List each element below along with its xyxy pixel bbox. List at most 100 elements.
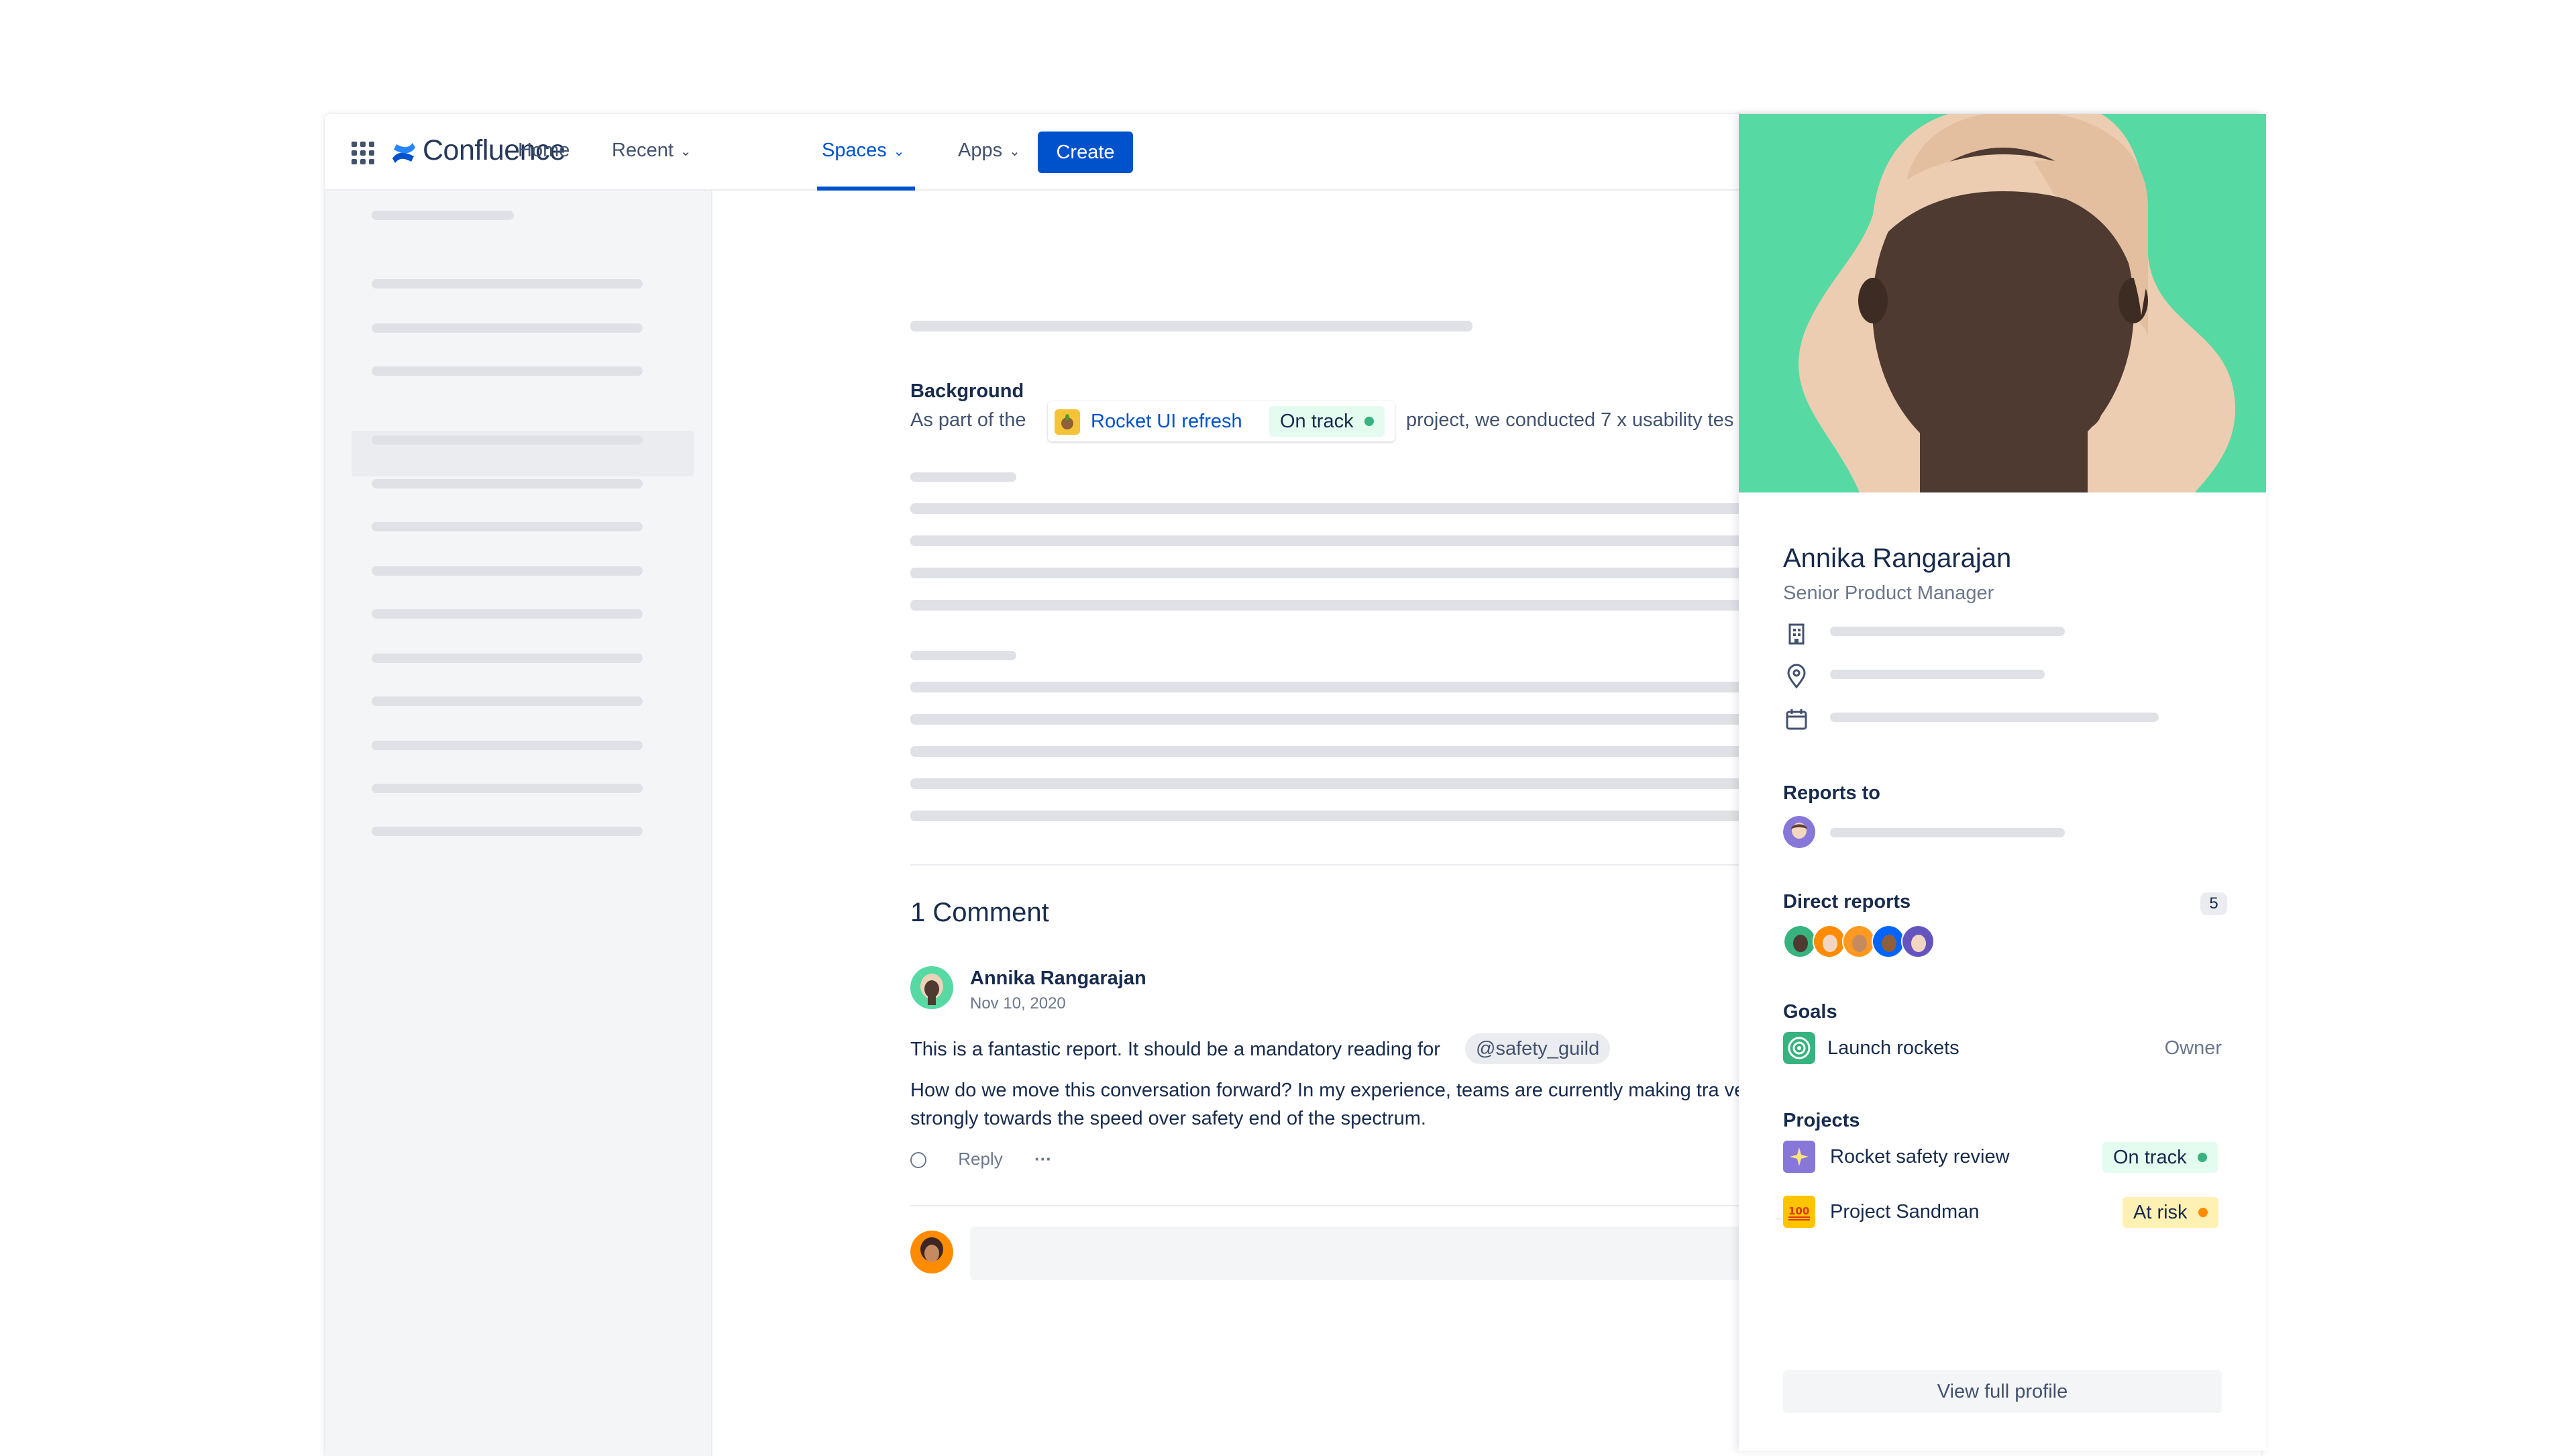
reply-button[interactable]: Reply xyxy=(958,1149,1002,1169)
comments-divider xyxy=(910,864,1762,866)
nav-spaces-label: Spaces xyxy=(822,140,887,161)
building-icon xyxy=(1788,623,1805,645)
profile-card: Annika Rangarajan Senior Product Manager… xyxy=(1739,114,2266,1451)
nav-apps[interactable]: Apps ⌄ xyxy=(958,140,1020,162)
article-text-suffix: project, we conducted 7 x usability tes xyxy=(1406,409,1734,431)
manager-name-skeleton xyxy=(1830,828,2065,837)
content-skeleton xyxy=(910,778,1762,789)
chevron-down-icon: ⌄ xyxy=(680,144,692,159)
app-switcher-icon[interactable] xyxy=(352,142,374,164)
avatar[interactable] xyxy=(1872,925,1905,958)
status-dot-icon xyxy=(2198,1208,2208,1217)
confluence-logo-icon[interactable] xyxy=(390,140,417,166)
sidebar-skeleton xyxy=(372,211,514,220)
sidebar-skeleton[interactable] xyxy=(372,479,643,488)
nav-recent[interactable]: Recent ⌄ xyxy=(612,140,692,162)
reply-input[interactable] xyxy=(970,1227,1762,1280)
goal-role: Owner xyxy=(2164,1037,2222,1059)
sidebar-skeleton[interactable] xyxy=(372,609,643,619)
sidebar-skeleton[interactable] xyxy=(372,696,643,706)
avatar[interactable] xyxy=(1813,925,1846,958)
status-dot-icon xyxy=(2197,1153,2207,1162)
section-heading: Background xyxy=(910,380,1024,402)
project-avatar-icon xyxy=(1055,409,1080,435)
emoji-reaction-icon[interactable] xyxy=(910,1152,926,1169)
comment-text: How do we move this conversation forward… xyxy=(910,1080,1762,1129)
smart-link-rocket-ui-refresh[interactable]: Rocket UI refresh On track xyxy=(1048,401,1395,441)
nav-home[interactable]: Home xyxy=(518,140,570,162)
nav-home-label: Home xyxy=(518,140,570,161)
chevron-down-icon: ⌄ xyxy=(1009,144,1020,159)
status-lozenge: On track xyxy=(2102,1142,2218,1173)
content-skeleton xyxy=(910,600,1762,611)
reply-divider xyxy=(910,1205,1762,1206)
sidebar-skeleton[interactable] xyxy=(372,827,643,836)
sidebar-skeleton[interactable] xyxy=(372,566,643,576)
status-label: On track xyxy=(1280,410,1354,432)
content-skeleton xyxy=(910,714,1762,725)
active-tab-indicator xyxy=(817,187,915,191)
location-icon xyxy=(1787,664,1806,689)
sidebar xyxy=(325,191,712,1456)
sidebar-skeleton[interactable] xyxy=(372,323,643,333)
sidebar-skeleton[interactable] xyxy=(372,522,643,531)
direct-reports-avatars xyxy=(1783,925,1944,959)
avatar[interactable] xyxy=(1842,925,1876,958)
goals-label: Goals xyxy=(1783,1001,1837,1023)
content-skeleton xyxy=(910,472,1016,482)
current-user-avatar xyxy=(910,1231,953,1273)
nav-spaces[interactable]: Spaces ⌄ xyxy=(822,140,905,162)
manager-avatar[interactable] xyxy=(1783,816,1815,848)
time-skeleton xyxy=(1830,713,2159,722)
sidebar-skeleton[interactable] xyxy=(372,279,643,289)
profile-hero-image xyxy=(1739,114,2266,492)
view-full-profile-button[interactable]: View full profile xyxy=(1783,1370,2222,1413)
goal-name[interactable]: Launch rockets xyxy=(1827,1037,1960,1059)
chevron-down-icon: ⌄ xyxy=(893,144,905,159)
comment-date: Nov 10, 2020 xyxy=(970,994,1066,1012)
comment-actions: Reply ··· xyxy=(910,1149,1052,1169)
sidebar-skeleton[interactable] xyxy=(372,654,643,663)
create-button[interactable]: Create xyxy=(1038,132,1133,173)
content-skeleton xyxy=(910,503,1762,514)
content-skeleton xyxy=(910,568,1762,578)
content-skeleton xyxy=(910,682,1762,692)
sidebar-skeleton[interactable] xyxy=(372,784,643,793)
content-skeleton xyxy=(910,535,1762,546)
mention-safety-guild[interactable]: @safety_guild xyxy=(1465,1033,1611,1064)
more-actions-icon[interactable]: ··· xyxy=(1034,1149,1052,1169)
avatar[interactable] xyxy=(910,966,953,1009)
status-label: On track xyxy=(2113,1146,2187,1168)
hundred-points-icon: 100 xyxy=(1783,1196,1815,1228)
avatar[interactable] xyxy=(1901,925,1935,958)
content-skeleton xyxy=(910,811,1762,821)
office-skeleton xyxy=(1830,627,2065,636)
project-name[interactable]: Project Sandman xyxy=(1830,1201,1979,1223)
article-text-prefix: As part of the xyxy=(910,409,1026,431)
comments-heading: 1 Comment xyxy=(910,898,1049,927)
content-skeleton xyxy=(910,651,1016,660)
sidebar-skeleton xyxy=(372,435,643,445)
sidebar-skeleton[interactable] xyxy=(372,366,643,376)
status-dot-icon xyxy=(1364,417,1374,426)
smart-link-title: Rocket UI refresh xyxy=(1091,411,1242,432)
sidebar-skeleton[interactable] xyxy=(372,741,643,750)
sparkle-icon xyxy=(1783,1141,1815,1173)
nav-recent-label: Recent xyxy=(612,140,674,161)
direct-reports-count-badge: 5 xyxy=(2200,892,2227,915)
page-title-skeleton xyxy=(910,321,1472,331)
comment-text: This is a fantastic report. It should be… xyxy=(910,1039,1440,1060)
status-label: At risk xyxy=(2133,1201,2188,1223)
comment-author[interactable]: Annika Rangarajan xyxy=(970,968,1146,990)
reports-to-label: Reports to xyxy=(1783,782,1880,804)
avatar[interactable] xyxy=(1783,925,1817,958)
project-name[interactable]: Rocket safety review xyxy=(1830,1146,2010,1168)
svg-text:100: 100 xyxy=(1788,1205,1809,1217)
goal-target-icon xyxy=(1783,1032,1815,1064)
content-skeleton xyxy=(910,746,1762,757)
status-lozenge: At risk xyxy=(2123,1197,2218,1228)
projects-label: Projects xyxy=(1783,1110,1860,1131)
location-skeleton xyxy=(1830,670,2045,679)
profile-job-title: Senior Product Manager xyxy=(1783,582,1994,604)
calendar-icon xyxy=(1786,709,1807,730)
